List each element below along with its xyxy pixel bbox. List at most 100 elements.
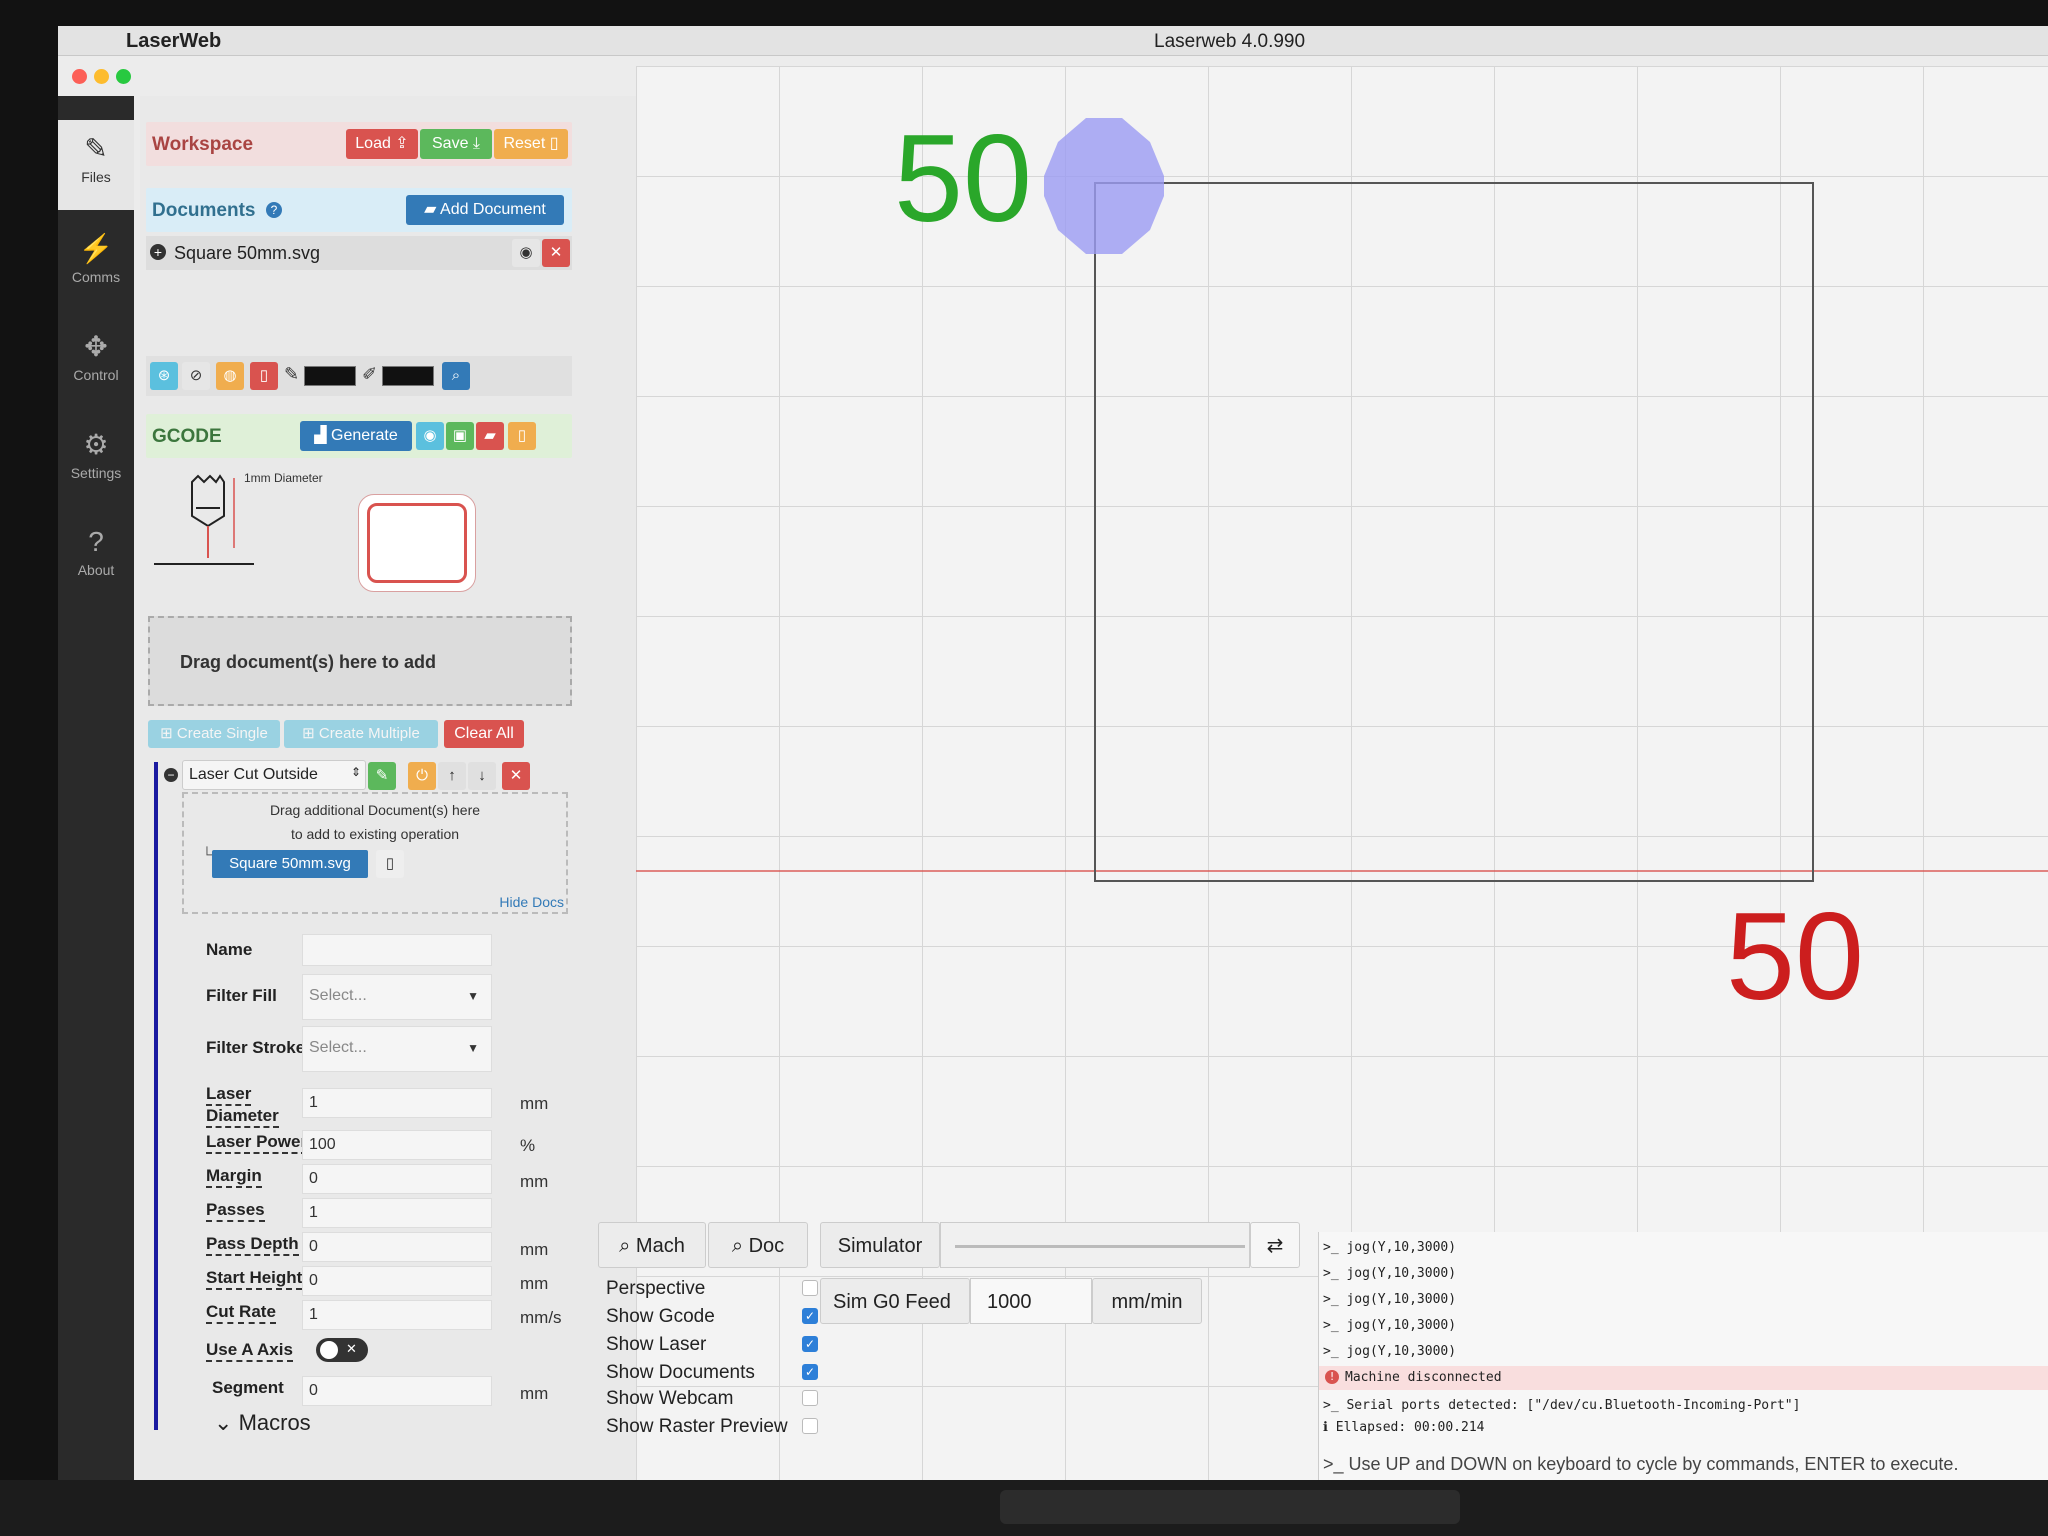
create-single-button[interactable]: ⊞ Create Single bbox=[148, 720, 280, 748]
drag-hint-1: Drag additional Document(s) here bbox=[269, 802, 481, 818]
show-laser-checkbox[interactable]: ✓ bbox=[802, 1336, 818, 1352]
simulator-label: Simulator bbox=[820, 1222, 940, 1268]
perspective-checkbox[interactable] bbox=[802, 1280, 818, 1296]
console-line: >_ jog(Y,10,3000) bbox=[1323, 1266, 1457, 1281]
chevron-down-icon: ⌄ bbox=[214, 1410, 233, 1435]
laser-power-input[interactable]: 100 bbox=[302, 1130, 492, 1160]
operation-type-select[interactable]: Laser Cut Outside ⇕ bbox=[182, 760, 366, 790]
operation-doc-drop-zone[interactable]: Drag additional Document(s) here to add … bbox=[182, 792, 568, 914]
filter-stroke-label: Filter Stroke bbox=[206, 1038, 306, 1057]
filter-stroke-select[interactable]: Select... ▼ bbox=[302, 1026, 492, 1072]
show-webcam-row[interactable]: Show Webcam bbox=[606, 1388, 818, 1410]
show-raster-preview-row[interactable]: Show Raster Preview bbox=[606, 1416, 818, 1438]
toggle-visibility-icon[interactable]: ◍ bbox=[216, 362, 244, 390]
load-button[interactable]: Load ⇪ bbox=[346, 129, 418, 159]
x-dimension-label: 50 bbox=[1726, 888, 1864, 1026]
console-line: >_ jog(Y,10,3000) bbox=[1323, 1292, 1457, 1307]
name-input[interactable] bbox=[302, 934, 492, 966]
edit-icon: ✎ bbox=[84, 133, 108, 164]
segment-input[interactable]: 0 bbox=[302, 1376, 492, 1406]
show-gcode-checkbox[interactable]: ✓ bbox=[802, 1308, 818, 1324]
show-webcam-checkbox[interactable] bbox=[802, 1390, 818, 1406]
show-gcode-row[interactable]: Show Gcode ✓ bbox=[606, 1306, 818, 1328]
save-gcode-icon[interactable]: ▣ bbox=[446, 422, 474, 450]
reset-button[interactable]: Reset ▯ bbox=[494, 129, 568, 159]
view-gcode-icon[interactable]: ◉ bbox=[416, 422, 444, 450]
console-input-hint[interactable]: >_ Use UP and DOWN on keyboard to cycle … bbox=[1323, 1454, 1958, 1475]
edit-operation-icon[interactable]: ✎ bbox=[368, 762, 396, 790]
eye-icon[interactable]: ◉ bbox=[512, 239, 540, 267]
clear-gcode-icon[interactable]: ▯ bbox=[508, 422, 536, 450]
operation-doc-chip[interactable]: Square 50mm.svg bbox=[212, 850, 368, 878]
search-icon[interactable]: ⌕ bbox=[442, 362, 470, 390]
create-multiple-label: Create Multiple bbox=[318, 725, 420, 742]
show-raster-preview-label: Show Raster Preview bbox=[606, 1416, 788, 1437]
fill-color-swatch[interactable] bbox=[382, 366, 434, 386]
remove-doc-icon[interactable]: ▯ bbox=[376, 850, 404, 878]
remove-document-button[interactable]: ✕ bbox=[542, 239, 570, 267]
power-icon[interactable]: ⏻ bbox=[408, 762, 436, 790]
add-document-button[interactable]: ▰ Add Document bbox=[406, 195, 564, 225]
show-laser-row[interactable]: Show Laser ✓ bbox=[606, 1334, 818, 1356]
show-documents-checkbox[interactable]: ✓ bbox=[802, 1364, 818, 1380]
show-documents-row[interactable]: Show Documents ✓ bbox=[606, 1362, 818, 1384]
trash-icon[interactable]: ▯ bbox=[250, 362, 278, 390]
start-height-input[interactable]: 0 bbox=[302, 1266, 492, 1296]
select-all-icon[interactable]: ⊛ bbox=[150, 362, 178, 390]
drop-zone[interactable]: Drag document(s) here to add bbox=[148, 616, 572, 706]
simulator-slider[interactable] bbox=[940, 1222, 1250, 1268]
passes-input[interactable]: 1 bbox=[302, 1198, 492, 1228]
open-folder-icon[interactable]: ▰ bbox=[476, 422, 504, 450]
nav-comms[interactable]: ⚡ Comms bbox=[58, 220, 134, 310]
sim-feed-input[interactable]: 1000 bbox=[970, 1278, 1092, 1324]
mach-view-button[interactable]: ⌕ Mach bbox=[598, 1222, 706, 1268]
perspective-row[interactable]: Perspective bbox=[606, 1278, 818, 1300]
tool-toolbar: ⊛ ⊘ ◍ ▯ ✎ ✐ ⌕ bbox=[146, 356, 572, 396]
macros-toggle[interactable]: ⌄ Macros bbox=[214, 1410, 311, 1436]
show-raster-preview-checkbox[interactable] bbox=[802, 1418, 818, 1434]
hide-docs-link[interactable]: Hide Docs bbox=[499, 894, 564, 910]
clear-all-button[interactable]: Clear All bbox=[444, 720, 524, 748]
filter-stroke-value: Select... bbox=[309, 1039, 367, 1056]
view-options: Perspective Show Gcode ✓ Show Laser ✓ Show… bbox=[598, 1270, 818, 1470]
close-window-button[interactable] bbox=[72, 69, 87, 84]
dock-icons[interactable] bbox=[1000, 1490, 1460, 1524]
doc-view-button[interactable]: ⌕ Doc bbox=[708, 1222, 808, 1268]
nav-files[interactable]: ✎ Files bbox=[58, 120, 134, 210]
document-square[interactable] bbox=[1094, 182, 1814, 882]
zoom-window-button[interactable] bbox=[116, 69, 131, 84]
stroke-color-swatch[interactable] bbox=[304, 366, 356, 386]
nav-control[interactable]: ✥ Control bbox=[58, 318, 134, 408]
select-none-icon[interactable]: ⊘ bbox=[182, 362, 210, 390]
expand-icon[interactable]: + bbox=[150, 244, 166, 260]
collapse-icon[interactable]: − bbox=[164, 768, 178, 782]
remove-operation-icon[interactable]: ✕ bbox=[502, 762, 530, 790]
console[interactable]: >_ jog(Y,10,3000) >_ jog(Y,10,3000) >_ j… bbox=[1318, 1232, 2048, 1480]
cut-rate-input[interactable]: 1 bbox=[302, 1300, 492, 1330]
title-bar: LaserWeb Laserweb 4.0.990 bbox=[58, 26, 2048, 56]
save-button[interactable]: Save ⤓ bbox=[420, 129, 492, 159]
laser-diameter-input[interactable]: 1 bbox=[302, 1088, 492, 1118]
nav-settings[interactable]: ⚙ Settings bbox=[58, 416, 134, 506]
move-down-icon[interactable]: ↓ bbox=[468, 762, 496, 790]
swap-icon[interactable]: ⇄ bbox=[1250, 1222, 1300, 1268]
document-row[interactable]: + Square 50mm.svg ◉ ✕ bbox=[146, 236, 572, 270]
use-a-axis-toggle[interactable]: ✕ bbox=[316, 1338, 368, 1362]
create-multiple-button[interactable]: ⊞ Create Multiple bbox=[284, 720, 438, 748]
move-up-icon[interactable]: ↑ bbox=[438, 762, 466, 790]
margin-input[interactable]: 0 bbox=[302, 1164, 492, 1194]
pass-depth-input[interactable]: 0 bbox=[302, 1232, 492, 1262]
cut-rate-label: Cut Rate bbox=[206, 1302, 276, 1324]
console-error: Machine disconnected bbox=[1345, 1370, 1502, 1385]
doc-label: Doc bbox=[748, 1235, 785, 1257]
minimize-window-button[interactable] bbox=[94, 69, 109, 84]
filter-fill-select[interactable]: Select... ▼ bbox=[302, 974, 492, 1020]
gcode-bar: GCODE ▟ Generate ◉ ▣ ▰ ▯ bbox=[146, 414, 572, 458]
margin-label: Margin bbox=[206, 1166, 262, 1188]
nav-about[interactable]: ? About bbox=[58, 514, 134, 604]
laser-power-label: Laser Power bbox=[206, 1132, 308, 1154]
app-name[interactable]: LaserWeb bbox=[126, 30, 221, 53]
generate-button[interactable]: ▟ Generate bbox=[300, 421, 412, 451]
info-icon[interactable]: ? bbox=[266, 202, 282, 218]
info-icon: ℹ bbox=[1323, 1420, 1336, 1435]
